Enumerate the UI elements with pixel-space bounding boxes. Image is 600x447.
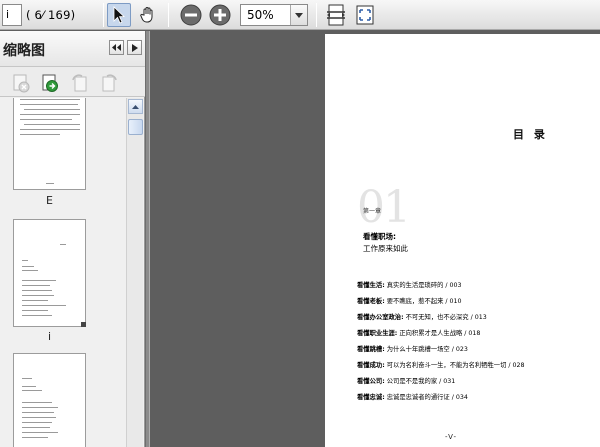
zoom-in-button[interactable]: [208, 3, 232, 27]
fit-page-icon: [356, 5, 374, 25]
scrollbar-thumb[interactable]: [128, 119, 143, 135]
double-chevron-left-icon: [112, 44, 121, 51]
chapter-title-line-1: 看懂职场:: [363, 232, 396, 241]
page-number-input[interactable]: i: [2, 4, 22, 26]
toc-entry[interactable]: 看懂职业生涯: 正向积累才是人生战略 / 018: [357, 328, 480, 337]
toolbar-separator: [316, 3, 317, 27]
toc-entry[interactable]: 看懂成功: 可以为名利奋斗一生，不能为名利牺牲一切 / 028: [357, 360, 525, 369]
thumbnail-label: i: [47, 330, 52, 343]
chevron-down-icon: [295, 12, 303, 18]
page-thumbnail[interactable]: [13, 219, 86, 327]
panel-collapse-button[interactable]: [109, 40, 124, 55]
thumbnail-panel: 缩略图 E i: [0, 31, 145, 447]
panel-next-button[interactable]: [127, 40, 142, 55]
toc-entry[interactable]: 看懂生活: 真实的生活是琐碎的 / 003: [357, 280, 462, 289]
chapter-title-line-2: 工作原来如此: [363, 244, 408, 253]
thumbnail-scrollbar[interactable]: [126, 98, 143, 447]
zoom-select[interactable]: 50%: [240, 4, 308, 26]
thumbnail-label: E: [46, 194, 53, 207]
chapter-label: 第一章: [363, 208, 382, 215]
toc-entry[interactable]: 看懂老板: 要不瞧底，惹不起来 / 010: [357, 296, 462, 305]
toolbar: i ( 6⁄ 169) 50%: [0, 0, 600, 30]
toc-entry[interactable]: 看懂公司: 公司是不是我的家 / 031: [357, 376, 455, 385]
toc-entry[interactable]: 看懂忠诚: 忠诚是忠诚者的通行证 / 034: [357, 392, 468, 401]
zoom-value: 50%: [247, 8, 274, 22]
rotate-left-icon[interactable]: [70, 73, 90, 93]
toolbar-separator: [103, 3, 104, 27]
toc-entry[interactable]: 看懂跳槽: 为什么十年跳槽一场空 / 023: [357, 344, 468, 353]
extract-page-icon[interactable]: [40, 73, 60, 93]
page-thumbnail[interactable]: [13, 353, 86, 447]
page-thumbnail[interactable]: [13, 98, 86, 190]
rotate-right-icon[interactable]: [99, 73, 119, 93]
toc-entry[interactable]: 看懂办公室政治: 不可无知，也不必深究 / 013: [357, 312, 487, 321]
select-tool-button[interactable]: [107, 3, 131, 27]
fit-width-button[interactable]: [324, 3, 348, 27]
document-view: 目 录 01 第一章 看懂职场: 工作原来如此 看懂生活: 真实的生活是琐碎的 …: [150, 31, 600, 447]
fit-page-button[interactable]: [353, 3, 377, 27]
page-count: ( 6⁄ 169): [26, 8, 76, 22]
zoom-dropdown-button[interactable]: [290, 5, 307, 25]
thumbnail-list: E i: [0, 98, 126, 447]
fit-width-icon: [327, 4, 345, 26]
toolbar-separator: [168, 3, 169, 27]
hand-icon: [140, 7, 153, 23]
cursor-icon: [113, 6, 125, 24]
chevron-up-icon: [132, 104, 139, 109]
hand-tool-button[interactable]: [136, 3, 160, 27]
thumbnail-panel-header: 缩略图: [0, 31, 145, 67]
page-footer-number: -V-: [445, 433, 458, 441]
delete-page-icon[interactable]: [11, 73, 31, 93]
plus-circle-icon: [209, 4, 231, 26]
thumbnail-panel-title: 缩略图: [3, 43, 45, 59]
thumbnail-toolbar: [0, 67, 145, 97]
zoom-out-button[interactable]: [179, 3, 203, 27]
chevron-right-icon: [131, 43, 138, 52]
document-page: 目 录 01 第一章 看懂职场: 工作原来如此 看懂生活: 真实的生活是琐碎的 …: [325, 34, 600, 447]
scroll-up-button[interactable]: [128, 99, 143, 114]
minus-circle-icon: [180, 4, 202, 26]
page-title: 目 录: [513, 128, 548, 141]
